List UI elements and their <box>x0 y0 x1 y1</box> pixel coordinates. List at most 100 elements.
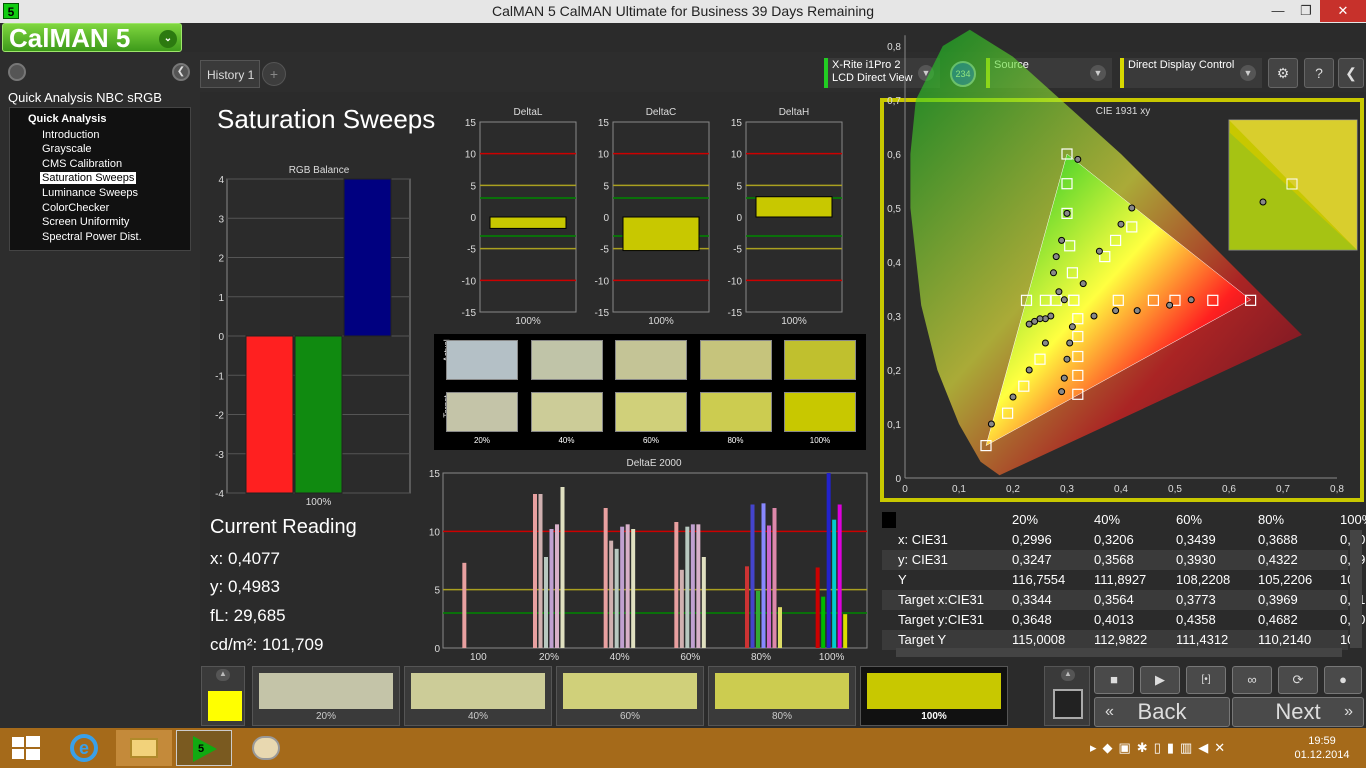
step-color <box>411 673 545 709</box>
collapse-right-button[interactable]: ❮ <box>1338 58 1364 88</box>
step-swatch-5[interactable]: 100% <box>860 666 1008 726</box>
measured-point <box>1050 269 1057 277</box>
table-cell: 0,3247 <box>1012 552 1052 567</box>
y-tick-label: 0,1 <box>887 420 901 431</box>
row-label: Target Y <box>898 632 947 647</box>
play-button[interactable]: ▶ <box>1140 666 1180 694</box>
step-swatch-4[interactable]: 80% <box>708 666 856 726</box>
close-button[interactable]: ✕ <box>1320 0 1366 22</box>
y-tick-label: 0 <box>895 474 901 485</box>
chevron-down-icon[interactable]: ▼ <box>1090 65 1106 81</box>
current-color-swatch <box>208 691 242 721</box>
x-tick-label: 40% <box>610 652 630 663</box>
continuous-button[interactable]: ∞ <box>1232 666 1272 694</box>
deltae-bar <box>832 519 837 648</box>
settings-button[interactable]: ⚙ <box>1268 58 1298 88</box>
horizontal-scrollbar[interactable] <box>896 648 1342 657</box>
chevron-up-icon[interactable]: ▲ <box>1061 669 1075 681</box>
add-tab-button[interactable]: + <box>262 62 286 86</box>
y-tick-label: -10 <box>595 276 610 287</box>
file-explorer-icon[interactable] <box>116 730 172 766</box>
column-header: 100% <box>1340 512 1366 527</box>
table-row[interactable]: Target y:CIE310,36480,40130,43580,46820,… <box>882 610 1365 630</box>
step-swatch-1[interactable]: 20% <box>252 666 400 726</box>
deltal-chart: 15 10 5 0 -5 -10 -15 100% <box>462 118 577 327</box>
display-selector[interactable]: Direct Display Control ▼ <box>1120 58 1262 88</box>
deltae-bar <box>620 526 625 648</box>
paint-icon[interactable] <box>238 730 294 766</box>
tree-item[interactable]: Spectral Power Dist. <box>42 231 142 243</box>
internet-explorer-icon[interactable]: e <box>56 730 112 766</box>
help-button[interactable]: ? <box>1304 58 1334 88</box>
maximize-button[interactable]: ❐ <box>1292 0 1320 22</box>
calman-logo-menu[interactable]: CalMAN 5 ⌄ <box>2 23 182 53</box>
table-row[interactable]: Target Y 115,0008 112,9822 111,4312 110,2140… <box>882 630 1362 650</box>
tree-item[interactable]: ColorChecker <box>42 202 109 214</box>
stop-icon[interactable] <box>1053 689 1083 719</box>
start-button[interactable] <box>0 730 52 766</box>
next-button[interactable]: Next » <box>1232 697 1364 727</box>
y-tick-label: -5 <box>467 245 476 256</box>
collapse-panel-icon[interactable]: ❮ <box>172 63 190 81</box>
table-row[interactable]: x: CIE310,29960,32060,34390,36880,40 <box>882 530 1365 550</box>
deltae-bar <box>756 590 760 648</box>
chevron-down-icon[interactable]: ▼ <box>1240 65 1256 81</box>
tab-history[interactable]: History 1 <box>200 60 260 88</box>
minimize-button[interactable]: — <box>1264 0 1292 22</box>
step-color <box>715 673 849 709</box>
deltac-chart: 15 10 5 0 -5 -10 -15 100% <box>595 118 710 327</box>
tree-item[interactable]: CMS Calibration <box>42 158 122 170</box>
y-tick-label: 5 <box>603 181 609 192</box>
system-tray-icons[interactable]: ▸◆▣✱▯▮▥◀✕ <box>1090 740 1231 756</box>
data-table: 20% 40% 60% 80% 100% x: CIE31 0,2996 0,3206 0,34… <box>882 508 1366 658</box>
step-swatch-3[interactable]: 60% <box>556 666 704 726</box>
row-label: x: CIE31 <box>898 532 948 547</box>
x-tick-label: 0,5 <box>1168 484 1182 495</box>
tree-item[interactable]: Introduction <box>42 129 99 141</box>
table-row[interactable]: Target x:CIE310,33440,35640,37730,39690,… <box>882 590 1365 610</box>
deltae-bar <box>544 557 548 648</box>
table-row[interactable]: Y116,7554111,8927108,2208105,2206101 <box>882 570 1362 590</box>
measured-point <box>1066 339 1074 347</box>
measured-point <box>1112 307 1120 315</box>
chevron-up-icon[interactable]: ▲ <box>216 669 230 681</box>
tree-root[interactable]: Quick Analysis <box>28 113 106 125</box>
deltah-chart: 15 10 5 0 -5 -10 -15 100% <box>728 118 843 327</box>
options-icon[interactable] <box>8 63 26 81</box>
y-tick-label: 0 <box>470 213 476 224</box>
table-cell: 105,2206 <box>1258 572 1313 587</box>
calman-taskbar-icon[interactable]: 5 <box>176 730 232 766</box>
status-button[interactable]: ● <box>1324 666 1362 694</box>
table-row[interactable]: y: CIE310,32470,35680,39300,43220,49 <box>882 550 1365 570</box>
chevron-down-icon[interactable]: ⌄ <box>159 30 177 48</box>
window-title: CalMAN 5 CalMAN Ultimate for Business 39… <box>491 3 875 19</box>
meter-selector[interactable]: X-Rite i1Pro 2 LCD Direct View ▼ <box>824 58 940 88</box>
tree-item[interactable]: Screen Uniformity <box>42 216 129 228</box>
deltae-bar <box>745 566 749 648</box>
column-header: 20% <box>1012 512 1039 527</box>
vertical-scrollbar[interactable] <box>1350 530 1362 648</box>
swatch-label: 60% <box>642 436 659 445</box>
tree-item[interactable]: Luminance Sweeps <box>42 187 138 199</box>
y-tick-label: 0 <box>218 332 224 343</box>
chart-title: DeltaE 2000 <box>626 458 682 469</box>
back-button[interactable]: « Back <box>1094 697 1230 727</box>
current-reading-title: Current Reading <box>210 516 357 538</box>
target-swatch <box>615 392 687 432</box>
tree-item-selected[interactable]: Saturation Sweeps <box>40 172 137 184</box>
swatch-label: 80% <box>727 436 744 445</box>
clock[interactable]: 19:59 01.12.2014 <box>1290 734 1354 762</box>
tree-item[interactable]: Grayscale <box>42 143 92 155</box>
step-swatch-2[interactable]: 40% <box>404 666 552 726</box>
deltae-bar <box>560 487 565 648</box>
delta-bar <box>755 196 833 218</box>
read-once-button[interactable]: [•] <box>1186 666 1226 694</box>
measured-point <box>1079 280 1087 288</box>
reading-x: x: 0,4077 <box>210 549 280 568</box>
step-label: 20% <box>315 711 336 722</box>
header-corner <box>882 512 896 528</box>
stop-button[interactable]: ■ <box>1094 666 1134 694</box>
stop-panel: ▲ <box>1044 666 1090 726</box>
y-tick-label: 2 <box>218 254 224 265</box>
refresh-button[interactable]: ⟳ <box>1278 666 1318 694</box>
